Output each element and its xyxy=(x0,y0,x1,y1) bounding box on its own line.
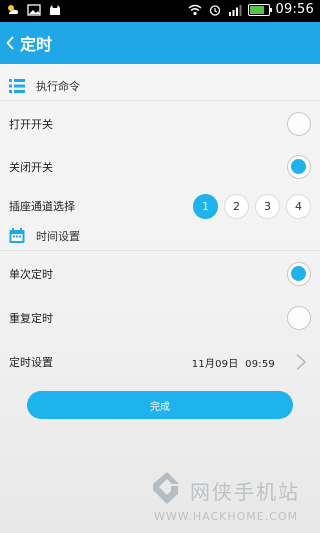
signal-icon xyxy=(228,4,242,16)
single-timer-radio[interactable] xyxy=(287,262,311,286)
channel-option-2[interactable]: 2 xyxy=(224,193,249,219)
repeat-timer-radio[interactable] xyxy=(287,306,311,330)
section-time: 时间设置 xyxy=(0,222,320,251)
timer-setting-value: 11月09日 09:59 xyxy=(191,358,275,370)
watermark-url-text: WWW.HACKHOME.COM xyxy=(154,510,299,523)
row-open-switch[interactable]: 打开开关 xyxy=(0,101,320,147)
status-right-icons: 09:56 xyxy=(188,2,314,17)
watermark: 网侠手机站 WWW.HACKHOME.COM xyxy=(150,470,320,530)
wifi-icon xyxy=(188,4,201,15)
weather-icon xyxy=(8,5,18,14)
channel-option-1[interactable]: 1 xyxy=(193,193,218,219)
watermark-logo-icon xyxy=(153,472,179,504)
alarm-icon xyxy=(209,4,220,16)
section-time-label: 时间设置 xyxy=(36,230,80,243)
calendar-icon xyxy=(9,228,25,243)
open-switch-radio[interactable] xyxy=(287,112,311,136)
section-command: 执行命令 xyxy=(0,72,320,101)
battery-icon xyxy=(247,3,272,16)
channel-options: 1 2 3 4 xyxy=(193,193,311,219)
cat-icon xyxy=(50,5,60,15)
status-left-icons xyxy=(6,3,62,17)
done-button[interactable]: 完成 xyxy=(27,391,293,419)
image-icon xyxy=(27,4,41,16)
repeat-timer-label: 重复定时 xyxy=(9,312,53,325)
channel-option-3[interactable]: 3 xyxy=(255,193,280,219)
timer-setting-label: 定时设置 xyxy=(9,356,53,369)
channel-option-4[interactable]: 4 xyxy=(286,193,311,219)
list-icon xyxy=(9,79,25,93)
back-button[interactable] xyxy=(2,22,18,64)
chevron-left-icon xyxy=(6,36,14,50)
watermark-cn-text: 网侠手机站 xyxy=(190,480,300,504)
section-command-label: 执行命令 xyxy=(36,80,80,93)
single-timer-label: 单次定时 xyxy=(9,268,53,281)
status-time: 09:56 xyxy=(275,2,314,17)
row-repeat-timer[interactable]: 重复定时 xyxy=(0,295,320,341)
channel-select-label: 插座通道选择 xyxy=(9,200,75,213)
row-timer-setting[interactable]: 定时设置 11月09日 09:59 xyxy=(0,339,320,385)
status-bar: 09:56 xyxy=(0,0,320,22)
open-switch-label: 打开开关 xyxy=(9,118,53,131)
close-switch-radio[interactable] xyxy=(287,155,311,179)
row-single-timer[interactable]: 单次定时 xyxy=(0,251,320,297)
close-switch-label: 关闭开关 xyxy=(9,161,53,174)
app-header: 定时 xyxy=(0,22,320,64)
page-title: 定时 xyxy=(20,35,53,54)
chevron-right-icon[interactable] xyxy=(295,353,307,371)
